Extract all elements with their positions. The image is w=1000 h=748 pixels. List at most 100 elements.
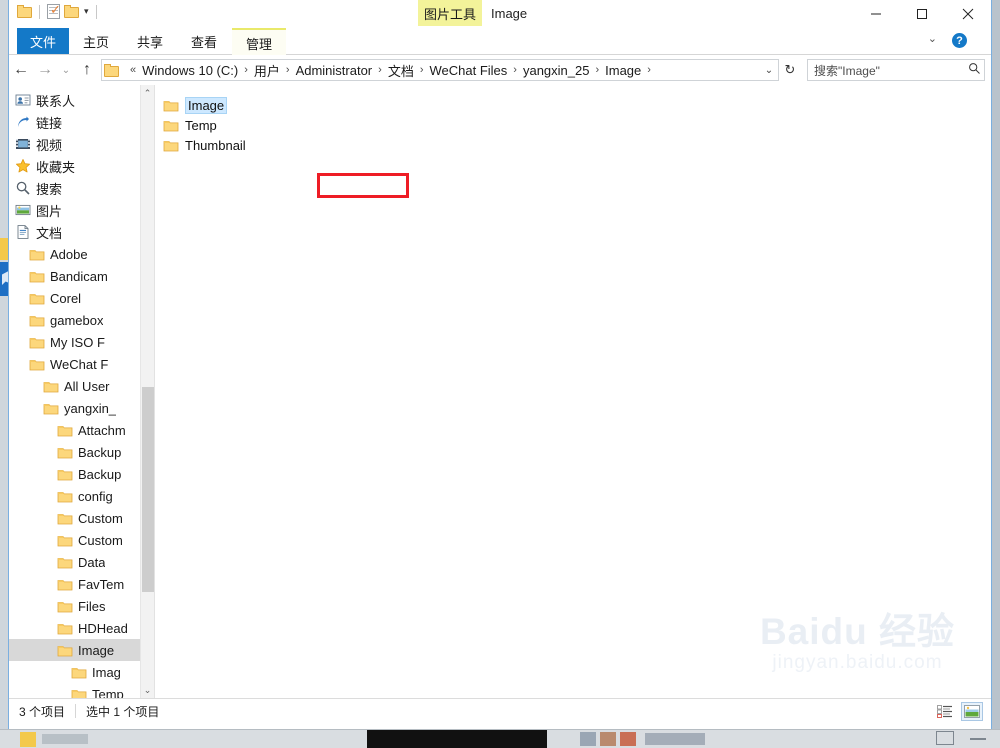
sidebar-item-backup[interactable]: Backup: [9, 463, 154, 485]
sidebar-item-文档[interactable]: 文档: [9, 221, 154, 243]
folder-icon: [29, 290, 45, 306]
file-list-pane[interactable]: Image Temp Thumbnail Baidu 经验 jingyan.baid…: [155, 85, 991, 698]
breadcrumb-item-documents[interactable]: 文档: [386, 61, 416, 80]
breadcrumb-overflow[interactable]: «: [126, 64, 140, 76]
sidebar-item-图片[interactable]: 图片: [9, 199, 154, 221]
recent-locations-icon[interactable]: ⌄: [57, 58, 75, 82]
annotation-highlight-rect: [317, 173, 409, 198]
sidebar-item-bandicam[interactable]: Bandicam: [9, 265, 154, 287]
details-view-button[interactable]: [935, 703, 955, 720]
sidebar-item-custom[interactable]: Custom: [9, 529, 154, 551]
minimize-button[interactable]: [853, 0, 899, 28]
folder-icon: [43, 400, 59, 416]
sidebar-item-imag[interactable]: Imag: [9, 661, 154, 683]
sidebar-item-搜索[interactable]: 搜索: [9, 177, 154, 199]
taskbar-icon-1[interactable]: [580, 732, 596, 746]
folder-icon: [57, 532, 73, 548]
qat-divider: [39, 4, 40, 19]
tab-manage[interactable]: 管理: [232, 28, 286, 56]
sidebar-item-视频[interactable]: 视频: [9, 133, 154, 155]
folder-icon: [57, 444, 73, 460]
tab-view[interactable]: 查看: [177, 28, 231, 54]
file-explorer-window: ▾ 图片工具 Image 文件 主页 共享 查看 管理 ⌄ ? ← → ⌄: [8, 0, 992, 740]
sidebar-item-data[interactable]: Data: [9, 551, 154, 573]
new-folder-icon[interactable]: [17, 5, 32, 18]
sidebar-item-hdhead[interactable]: HDHead: [9, 617, 154, 639]
sidebar-item-gamebox[interactable]: gamebox: [9, 309, 154, 331]
file-list-item-label: Thumbnail: [185, 137, 246, 153]
sidebar-item-label: My ISO F: [50, 334, 105, 350]
breadcrumb-dropdown-icon[interactable]: ⌄: [760, 65, 778, 76]
back-button[interactable]: ←: [9, 58, 33, 82]
sidebar-item-image[interactable]: Image: [9, 639, 154, 661]
navigation-pane: 联系人 链接 视频 收藏夹 搜索图片文档 Adobe Bandicam Corel gamebo…: [9, 85, 154, 698]
sidebar-item-adobe[interactable]: Adobe: [9, 243, 154, 265]
chevron-down-icon[interactable]: ▾: [84, 6, 89, 17]
picture-tools-context-tab[interactable]: 图片工具: [418, 0, 482, 26]
scrollbar-thumb[interactable]: [142, 387, 154, 592]
breadcrumb-item-image[interactable]: Image: [603, 63, 643, 78]
refresh-button[interactable]: ↻: [779, 62, 801, 78]
search-input[interactable]: 搜索"Image": [808, 62, 964, 79]
navigation-scrollbar[interactable]: ⌃ ⌄: [140, 85, 154, 698]
sidebar-item-config[interactable]: config: [9, 485, 154, 507]
tab-home[interactable]: 主页: [69, 28, 123, 54]
folder-icon: [163, 97, 179, 113]
sidebar-item-backup[interactable]: Backup: [9, 441, 154, 463]
tab-file[interactable]: 文件: [17, 28, 69, 54]
sidebar-item-wechat-f[interactable]: WeChat F: [9, 353, 154, 375]
maximize-button[interactable]: [899, 0, 945, 28]
taskbar-folder-icon[interactable]: [20, 732, 36, 747]
sidebar-item-label: 图片: [36, 203, 63, 219]
taskbar-tray-icon-1[interactable]: [936, 731, 954, 745]
window-title: Image: [491, 6, 528, 21]
search-icon[interactable]: [964, 62, 984, 78]
item-count-label: 3 个项目: [19, 704, 66, 719]
scroll-down-arrow[interactable]: ⌄: [141, 682, 154, 698]
scroll-up-arrow[interactable]: ⌃: [141, 85, 154, 101]
breadcrumb-item-drive[interactable]: Windows 10 (C:): [140, 63, 240, 78]
sidebar-item-yangxin-[interactable]: yangxin_: [9, 397, 154, 419]
qat-divider-2: [95, 4, 97, 19]
sidebar-item-corel[interactable]: Corel: [9, 287, 154, 309]
close-button[interactable]: [945, 0, 991, 28]
forward-button[interactable]: →: [33, 58, 57, 82]
sidebar-item-files[interactable]: Files: [9, 595, 154, 617]
breadcrumb-item-yangxin25[interactable]: yangxin_25: [521, 63, 592, 78]
breadcrumb-bar[interactable]: « Windows 10 (C:) › 用户 › Administrator ›…: [101, 59, 779, 81]
breadcrumb-item-wechat-files[interactable]: WeChat Files: [428, 63, 510, 78]
file-list-item[interactable]: Thumbnail: [155, 135, 991, 155]
properties-icon[interactable]: [47, 2, 61, 19]
sidebar-item-favtem[interactable]: FavTem: [9, 573, 154, 595]
breadcrumb-separator: ›: [285, 64, 290, 76]
folder-icon[interactable]: [64, 5, 79, 18]
large-icons-view-button[interactable]: [961, 702, 983, 721]
breadcrumb-item-users[interactable]: 用户: [252, 61, 282, 80]
sidebar-item-收藏夹[interactable]: 收藏夹: [9, 155, 154, 177]
sidebar-item-temp[interactable]: Temp: [9, 683, 154, 698]
breadcrumb-item-administrator[interactable]: Administrator: [294, 63, 375, 78]
taskbar-tray-icon-2[interactable]: [970, 738, 986, 740]
sidebar-item-custom[interactable]: Custom: [9, 507, 154, 529]
sidebar-item-label: FavTem: [78, 576, 125, 592]
file-list-item[interactable]: Temp: [155, 115, 991, 135]
window-controls: [853, 0, 991, 28]
view-mode-buttons: [935, 702, 983, 721]
sidebar-item-label: Custom: [78, 510, 123, 526]
taskbar-icon-2[interactable]: [600, 732, 616, 746]
chevron-down-icon[interactable]: ⌄: [928, 32, 937, 45]
up-button[interactable]: ↑: [75, 58, 99, 82]
search-box[interactable]: 搜索"Image": [807, 59, 985, 81]
folder-icon: [163, 137, 179, 153]
file-list-item[interactable]: Image: [155, 95, 991, 115]
taskbar-icon-3[interactable]: [620, 732, 636, 746]
sidebar-item-my-iso-f[interactable]: My ISO F: [9, 331, 154, 353]
sidebar-item-联系人[interactable]: 联系人: [9, 89, 154, 111]
sidebar-item-链接[interactable]: 链接: [9, 111, 154, 133]
sidebar-item-all-user[interactable]: All User: [9, 375, 154, 397]
folder-icon: [71, 664, 87, 680]
help-icon[interactable]: ?: [952, 33, 967, 48]
breadcrumb-separator: ›: [595, 64, 600, 76]
tab-share[interactable]: 共享: [123, 28, 177, 54]
sidebar-item-attachm[interactable]: Attachm: [9, 419, 154, 441]
